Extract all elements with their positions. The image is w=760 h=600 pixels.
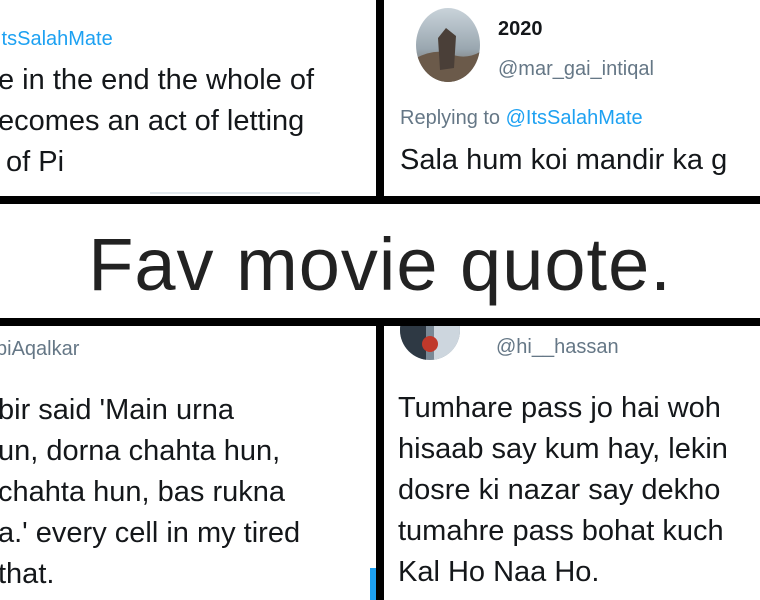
tweet-line: a.' every cell in my tired bbox=[0, 517, 301, 549]
tweet-line: e in the end the whole of bbox=[0, 64, 315, 96]
replying-to-handle[interactable]: @ItsSalahMate bbox=[506, 107, 643, 129]
tweet-author-handle[interactable]: @hi__hassan bbox=[496, 336, 619, 359]
tweet-line: un, dorna chahta hun, bbox=[0, 435, 281, 467]
banner-title: Fav movie quote. bbox=[88, 223, 672, 306]
tweet-line: Kal Ho Naa Ho. bbox=[398, 556, 600, 588]
tweet-line: ecomes an act of letting bbox=[0, 105, 305, 137]
tweet-author-name[interactable]: 2020 bbox=[498, 18, 543, 41]
tweet-author-handle[interactable]: ItsSalahMate bbox=[0, 28, 113, 51]
tweet-card-top-left: ItsSalahMate e in the end the whole of e… bbox=[0, 0, 376, 196]
tweet-card-bottom-left: biAqalkar bir said 'Main urna un, dorna … bbox=[0, 326, 376, 600]
divider bbox=[150, 192, 320, 194]
tweet-line: of Pi bbox=[0, 146, 65, 178]
tweet-line: tumahre pass bohat kuch bbox=[398, 515, 724, 547]
avatar[interactable] bbox=[400, 326, 460, 360]
avatar-photo-icon bbox=[416, 8, 480, 82]
tweet-line: bir said 'Main urna bbox=[0, 394, 235, 426]
tweet-author-handle[interactable]: biAqalkar bbox=[0, 338, 79, 361]
tweet-line: dosre ki nazar say dekho bbox=[398, 474, 721, 506]
replying-to-label: Replying to bbox=[400, 107, 501, 129]
tweet-line: hisaab say kum hay, lekin bbox=[398, 433, 728, 465]
tweet-line: Tumhare pass jo hai woh bbox=[398, 392, 721, 424]
tweet-line: that. bbox=[0, 558, 55, 590]
title-banner: Fav movie quote. bbox=[0, 204, 760, 318]
tweet-card-top-right: 2020 @mar_gai_intiqal Replying to @ItsSa… bbox=[384, 0, 760, 196]
scroll-indicator bbox=[370, 568, 376, 600]
replying-to: Replying to @ItsSalahMate bbox=[400, 107, 643, 130]
tweet-line: chahta hun, bas rukna bbox=[0, 476, 285, 508]
avatar-photo-icon bbox=[400, 326, 460, 360]
tweet-card-bottom-right: @hi__hassan Tumhare pass jo hai woh hisa… bbox=[384, 326, 760, 600]
tweet-line: Sala hum koi mandir ka g bbox=[400, 144, 728, 176]
avatar[interactable] bbox=[416, 8, 480, 82]
tweet-author-handle[interactable]: @mar_gai_intiqal bbox=[498, 58, 654, 81]
